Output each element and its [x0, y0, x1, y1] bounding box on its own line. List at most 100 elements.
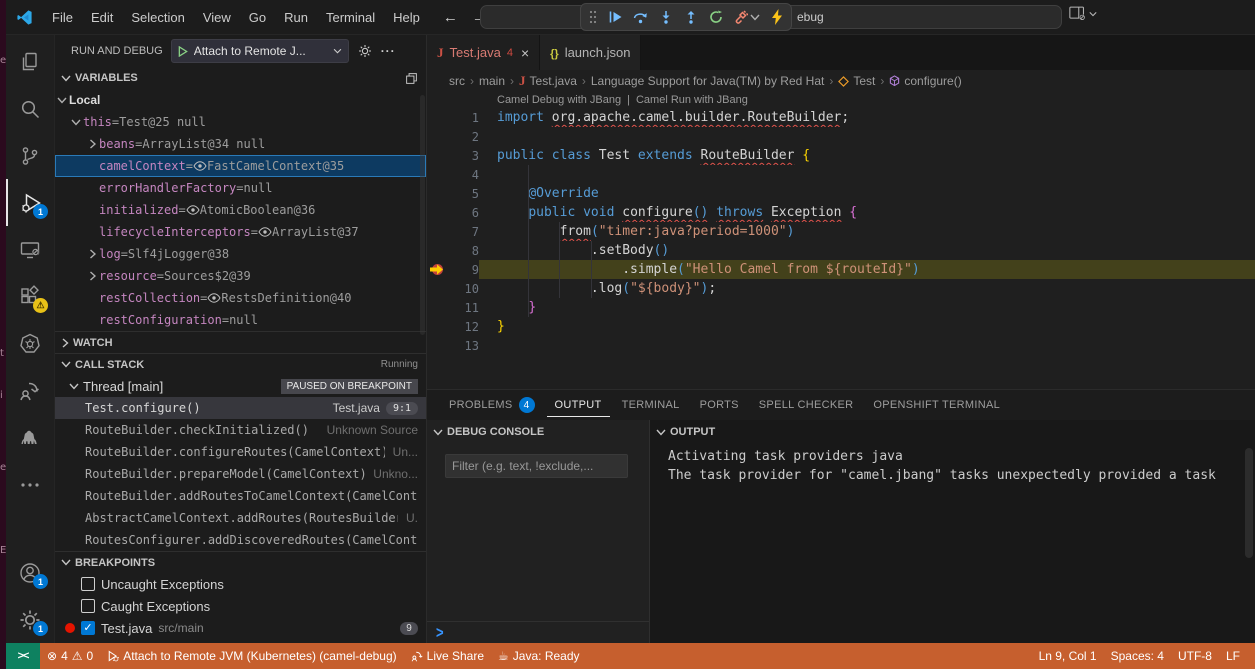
chevron-down-icon[interactable]: [55, 97, 69, 104]
breadcrumb-item-language-support-for-java-tm-by-red-hat[interactable]: Language Support for Java(TM) by Red Hat: [591, 74, 824, 88]
output-header[interactable]: OUTPUT: [650, 420, 1255, 444]
chevron-right-icon[interactable]: [85, 139, 99, 149]
panel-tab-ports[interactable]: PORTS: [692, 394, 747, 416]
stack-frame[interactable]: AbstractCamelContext.addRoutes(RoutesBui…: [55, 507, 426, 529]
lazy-eye-icon[interactable]: [186, 205, 200, 215]
live-share-status[interactable]: Live Share: [404, 643, 491, 669]
activity-run-and-debug[interactable]: 1: [6, 179, 54, 226]
breakpoints-section-header[interactable]: BREAKPOINTS: [55, 551, 426, 573]
menu-terminal[interactable]: Terminal: [317, 6, 384, 29]
activity-additional-views[interactable]: [6, 461, 54, 508]
activity-camel[interactable]: [6, 414, 54, 461]
code-text[interactable]: .simple("Hello Camel from ${routeId}"): [479, 260, 1255, 279]
indentation-status[interactable]: Spaces: 4: [1104, 643, 1171, 669]
menu-run[interactable]: Run: [275, 6, 317, 29]
step-over-button[interactable]: [633, 10, 648, 24]
breakpoint-gutter[interactable]: [427, 279, 449, 298]
menu-selection[interactable]: Selection: [122, 6, 193, 29]
code-text[interactable]: .log("${body}");: [479, 279, 1255, 298]
breakpoint-gutter[interactable]: [427, 241, 449, 260]
breakpoint-gutter[interactable]: [427, 146, 449, 165]
eol-status[interactable]: LF: [1219, 643, 1247, 669]
launch-config-select[interactable]: Attach to Remote J...: [171, 39, 349, 63]
watch-section-header[interactable]: WATCH: [55, 331, 426, 353]
breakpoint-checkbox[interactable]: ✓: [81, 621, 95, 635]
breakpoint-row-uncaught-exceptions[interactable]: Uncaught Exceptions: [55, 573, 426, 595]
code-text[interactable]: import org.apache.camel.builder.RouteBui…: [479, 108, 1255, 127]
debug-console-prompt[interactable]: >: [427, 621, 649, 643]
stack-frame[interactable]: RoutesConfigurer.addDiscoveredRoutes(Cam…: [55, 529, 426, 551]
lazy-eye-icon[interactable]: [258, 227, 272, 237]
stack-frame[interactable]: Test.configure()Test.java9:1: [55, 397, 426, 419]
java-status[interactable]: ☕ Java: Ready: [491, 643, 586, 669]
debug-settings-gear-icon[interactable]: [357, 43, 373, 59]
lazy-eye-icon[interactable]: [193, 161, 207, 171]
variable-row-initialized[interactable]: initialized = AtomicBoolean@36: [55, 199, 426, 221]
chevron-right-icon[interactable]: [85, 249, 99, 259]
problems-status[interactable]: ⊗ 4 ⚠ 0: [40, 643, 100, 669]
disconnect-button[interactable]: [734, 10, 760, 24]
code-text[interactable]: [479, 165, 1255, 184]
breakpoint-gutter[interactable]: [427, 317, 449, 336]
panel-tab-problems[interactable]: PROBLEMS4: [441, 392, 543, 418]
restart-button[interactable]: [709, 10, 723, 24]
menu-go[interactable]: Go: [240, 6, 275, 29]
activity-accounts[interactable]: 1: [6, 549, 54, 596]
code-editor[interactable]: Camel Debug with JBang | Camel Run with …: [427, 92, 1255, 389]
breakpoint-gutter[interactable]: [427, 203, 449, 222]
panel-tab-output[interactable]: OUTPUT: [547, 394, 610, 417]
chevron-down-icon[interactable]: [69, 119, 83, 126]
activity-search[interactable]: [6, 85, 54, 132]
breadcrumb-item-test-java[interactable]: JTest.java: [519, 73, 577, 89]
customize-layout-button[interactable]: [1069, 6, 1097, 21]
variable-row-this[interactable]: this = Test@25 null: [55, 111, 426, 133]
tab-launch-json[interactable]: {}launch.json: [540, 35, 641, 70]
code-text[interactable]: .setBody(): [479, 241, 1255, 260]
breadcrumb-item-main[interactable]: main: [479, 74, 505, 88]
menu-help[interactable]: Help: [384, 6, 429, 29]
code-text[interactable]: [479, 127, 1255, 146]
menu-view[interactable]: View: [194, 6, 240, 29]
thread-row[interactable]: Thread [main] PAUSED ON BREAKPOINT: [55, 375, 426, 397]
step-out-button[interactable]: [684, 10, 698, 24]
variable-row-errorhandlerfactory[interactable]: errorHandlerFactory = null: [55, 177, 426, 199]
variables-actions-icon[interactable]: [405, 72, 418, 85]
continue-button[interactable]: [608, 10, 622, 24]
sidebar-scrollbar[interactable]: [420, 95, 425, 335]
views-more-actions-icon[interactable]: ···: [381, 44, 396, 58]
code-text[interactable]: [479, 336, 1255, 355]
breadcrumb-item-test[interactable]: Test: [838, 74, 875, 88]
activity-remote-explorer[interactable]: [6, 226, 54, 273]
panel-tab-terminal[interactable]: TERMINAL: [614, 394, 688, 416]
breadcrumb-item-src[interactable]: src: [449, 74, 465, 88]
stack-frame[interactable]: RouteBuilder.checkInitialized()Unknown S…: [55, 419, 426, 441]
breakpoint-gutter[interactable]: [427, 260, 449, 279]
codelens-camel-run-link[interactable]: Camel Run with JBang: [636, 94, 748, 106]
chevron-right-icon[interactable]: [85, 271, 99, 281]
breakpoint-row-caught-exceptions[interactable]: Caught Exceptions: [55, 595, 426, 617]
activity-kubernetes[interactable]: [6, 320, 54, 367]
activity-live-share[interactable]: [6, 367, 54, 414]
breakpoint-gutter[interactable]: [427, 108, 449, 127]
variable-row-restcollection[interactable]: restCollection = RestsDefinition@40: [55, 287, 426, 309]
debug-console-header[interactable]: DEBUG CONSOLE: [427, 420, 649, 444]
breakpoint-checkbox[interactable]: [81, 577, 95, 591]
code-text[interactable]: @Override: [479, 184, 1255, 203]
encoding-status[interactable]: UTF-8: [1171, 643, 1219, 669]
menu-file[interactable]: File: [43, 6, 82, 29]
activity-manage[interactable]: 1: [6, 596, 54, 643]
breakpoint-checkbox[interactable]: [81, 599, 95, 613]
code-text[interactable]: }: [479, 317, 1255, 336]
output-scrollbar[interactable]: [1245, 448, 1253, 558]
breakpoint-gutter[interactable]: [427, 336, 449, 355]
tab-test-java[interactable]: JTest.java4×: [427, 35, 540, 70]
stack-frame[interactable]: RouteBuilder.addRoutesToCamelContext(Cam…: [55, 485, 426, 507]
remote-indicator[interactable]: ><: [6, 643, 40, 669]
panel-tab-openshift-terminal[interactable]: OPENSHIFT TERMINAL: [865, 394, 1008, 416]
activity-extensions[interactable]: ⚠: [6, 273, 54, 320]
activity-explorer[interactable]: [6, 38, 54, 85]
variable-row-beans[interactable]: beans = ArrayList@34 null: [55, 133, 426, 155]
panel-tab-spell-checker[interactable]: SPELL CHECKER: [751, 394, 862, 416]
camel-debug-button[interactable]: [771, 9, 783, 25]
stack-frame[interactable]: RouteBuilder.prepareModel(CamelContext)U…: [55, 463, 426, 485]
